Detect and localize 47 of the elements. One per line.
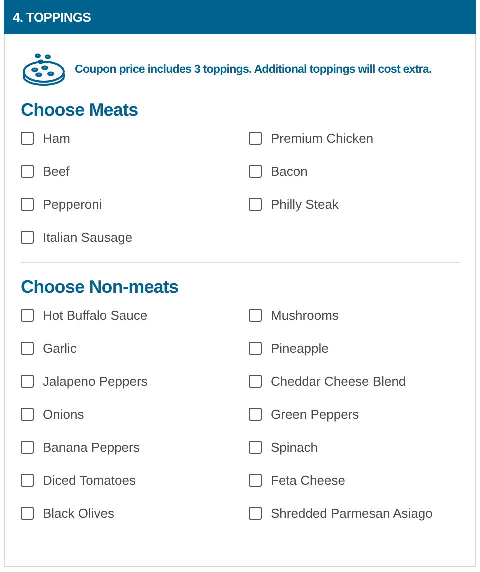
checkbox[interactable] (21, 198, 34, 211)
section-title: 4. TOPPINGS (13, 10, 92, 24)
checkbox[interactable] (249, 441, 262, 454)
pizza-icon (21, 52, 67, 86)
checkbox[interactable] (21, 441, 34, 454)
checkbox[interactable] (21, 132, 34, 145)
topping-option[interactable]: Jalapeno Peppers (21, 372, 249, 391)
notice-text: Coupon price includes 3 toppings. Additional toppings will cost extra. (75, 62, 432, 76)
topping-option[interactable]: Cheddar Cheese Blend (249, 372, 460, 391)
topping-option[interactable]: Italian Sausage (21, 228, 249, 247)
topping-option[interactable]: Premium Chicken (249, 129, 460, 148)
group-heading: Choose Non-meats (21, 277, 180, 298)
topping-option[interactable]: Beef (21, 162, 249, 181)
checkbox[interactable] (21, 342, 34, 355)
topping-option[interactable]: Ham (21, 129, 249, 148)
checkbox[interactable] (21, 507, 34, 520)
topping-option[interactable]: Spinach (249, 438, 460, 457)
topping-option[interactable]: Green Peppers (249, 405, 460, 424)
topping-option[interactable]: Philly Steak (249, 195, 460, 214)
checkbox[interactable] (21, 165, 34, 178)
topping-option[interactable]: Diced Tomatoes (21, 471, 249, 490)
checkbox[interactable] (249, 408, 262, 421)
checkbox[interactable] (21, 309, 34, 322)
checkbox[interactable] (21, 474, 34, 487)
checkbox[interactable] (21, 375, 34, 388)
checkbox[interactable] (249, 375, 262, 388)
topping-option[interactable]: Mushrooms (249, 306, 460, 325)
checkbox[interactable] (249, 342, 262, 355)
checkbox[interactable] (249, 165, 262, 178)
checkbox[interactable] (21, 231, 34, 244)
topping-option[interactable]: Pepperoni (21, 195, 249, 214)
topping-option[interactable]: Banana Peppers (21, 438, 249, 457)
topping-option[interactable]: Garlic (21, 339, 249, 358)
topping-option[interactable]: Shredded Parmesan Asiago (249, 504, 460, 523)
checkbox[interactable] (21, 408, 34, 421)
topping-option[interactable]: Hot Buffalo Sauce (21, 306, 249, 325)
checkbox[interactable] (249, 507, 262, 520)
checkbox[interactable] (249, 198, 262, 211)
topping-option[interactable]: Pineapple (249, 339, 460, 358)
checkbox[interactable] (249, 474, 262, 487)
topping-option[interactable]: Bacon (249, 162, 460, 181)
checkbox[interactable] (249, 309, 262, 322)
group-heading: Choose Meats (21, 100, 140, 121)
topping-option[interactable]: Black Olives (21, 504, 249, 523)
checkbox[interactable] (249, 132, 262, 145)
topping-option[interactable]: Feta Cheese (249, 471, 460, 490)
topping-option[interactable]: Onions (21, 405, 249, 424)
